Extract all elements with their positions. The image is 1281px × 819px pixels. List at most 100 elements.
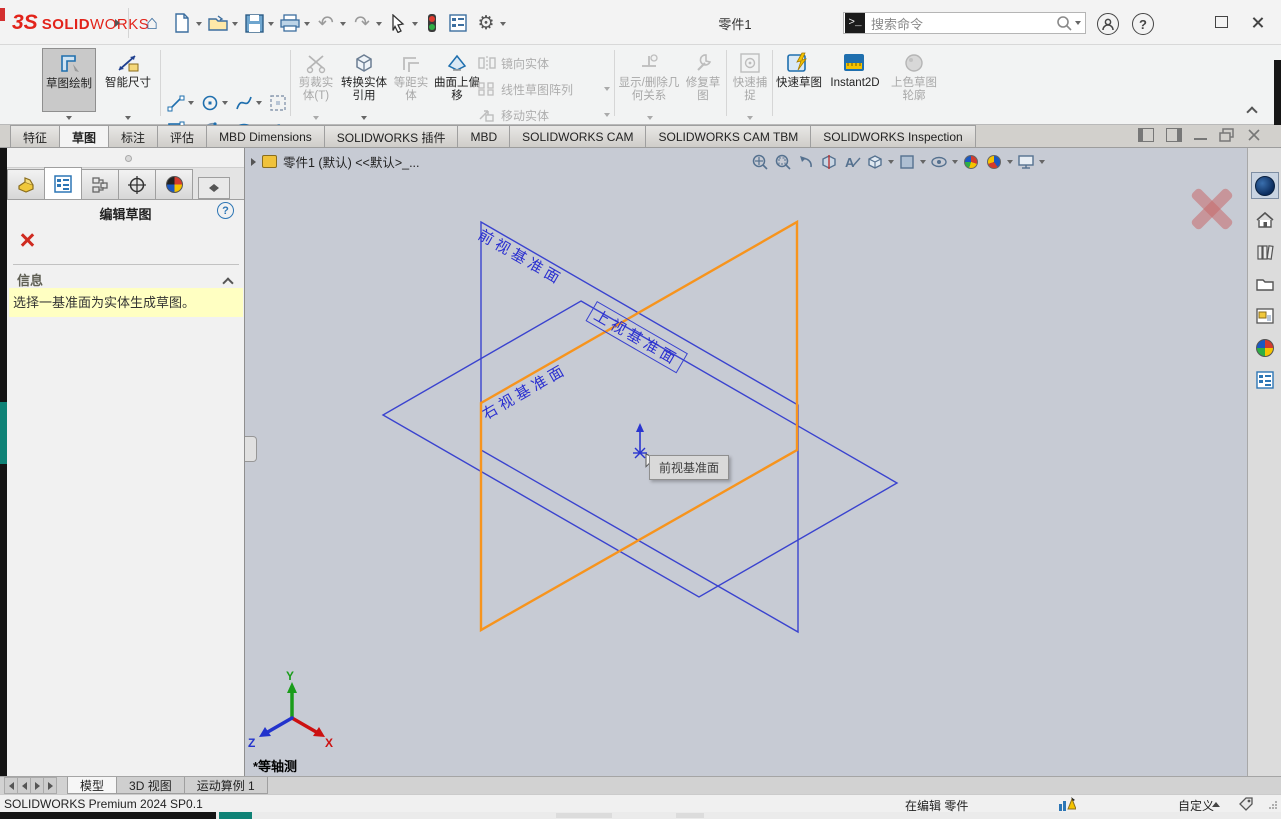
- command-search[interactable]: >_ 搜索命令: [843, 12, 1086, 34]
- options-dropdown[interactable]: [500, 22, 506, 26]
- view-settings-dropdown[interactable]: [1039, 160, 1045, 164]
- tab-motion-study[interactable]: 运动算例 1: [184, 777, 268, 794]
- splitter-dot[interactable]: [125, 155, 132, 162]
- line-tool[interactable]: [166, 93, 186, 113]
- save-dropdown[interactable]: [268, 22, 274, 26]
- cancel-sketch-button[interactable]: [19, 232, 34, 247]
- hide-show-dropdown[interactable]: [952, 160, 958, 164]
- view-orientation-dropdown[interactable]: [888, 160, 894, 164]
- customize-caret-icon[interactable]: [1212, 802, 1220, 807]
- new-dropdown[interactable]: [196, 22, 202, 26]
- properties-button[interactable]: [446, 10, 470, 36]
- tab-last-button[interactable]: [43, 777, 57, 794]
- search-icon[interactable]: [1055, 14, 1073, 32]
- maximize-button[interactable]: [1215, 16, 1228, 28]
- tab-cam[interactable]: SOLIDWORKS CAM: [509, 125, 646, 147]
- hide-show-items-button[interactable]: [929, 152, 949, 172]
- scroll-left-button[interactable]: [199, 178, 214, 198]
- redo-dropdown[interactable]: [376, 22, 382, 26]
- convert-dropdown[interactable]: [344, 112, 384, 123]
- tab-3d-views[interactable]: 3D 视图: [116, 777, 185, 794]
- close-button[interactable]: [1251, 16, 1264, 29]
- options-button[interactable]: ⚙: [474, 10, 498, 36]
- mirror-entities-button[interactable]: 镜向实体: [478, 51, 628, 75]
- spline-tool[interactable]: [234, 93, 254, 113]
- previous-view-button[interactable]: [796, 152, 816, 172]
- quick-snaps-button[interactable]: 快速捕捉: [730, 48, 770, 112]
- surface-offset-button[interactable]: 曲面上偏移: [434, 48, 480, 112]
- save-button[interactable]: [242, 10, 266, 36]
- tab-mbd-dimensions[interactable]: MBD Dimensions: [206, 125, 325, 147]
- tab-mbd[interactable]: MBD: [457, 125, 510, 147]
- resize-grip[interactable]: [1268, 800, 1278, 810]
- tab-features[interactable]: 特征: [10, 125, 60, 147]
- rapid-sketch-button[interactable]: 快速草图: [776, 48, 822, 112]
- trim-entities-button[interactable]: 剪裁实体(T): [294, 48, 338, 112]
- new-document-button[interactable]: [170, 10, 194, 36]
- collapse-ribbon-button[interactable]: [1248, 105, 1256, 119]
- sketch-picture-tool[interactable]: [268, 93, 288, 113]
- tab-inspection[interactable]: SOLIDWORKS Inspection: [810, 125, 975, 147]
- doc-minimize-button[interactable]: [1194, 138, 1207, 140]
- edit-appearance-button[interactable]: [961, 152, 981, 172]
- section-view-button[interactable]: [819, 152, 839, 172]
- display-style-button[interactable]: [897, 152, 917, 172]
- smart-dimension-button[interactable]: 智能尺寸: [102, 48, 154, 112]
- tab-prev-button[interactable]: [17, 777, 31, 794]
- zoom-area-button[interactable]: [773, 152, 793, 172]
- trim-dropdown[interactable]: [296, 112, 336, 123]
- print-dropdown[interactable]: [304, 22, 310, 26]
- open-dropdown[interactable]: [232, 22, 238, 26]
- tab-dimxpert-manager[interactable]: [118, 169, 156, 199]
- circle-tool[interactable]: [200, 93, 220, 113]
- zoom-fit-button[interactable]: [750, 152, 770, 172]
- tab-display-manager[interactable]: [155, 169, 193, 199]
- tab-addins[interactable]: SOLIDWORKS 插件: [324, 125, 459, 147]
- view-palette-button[interactable]: [1251, 302, 1279, 329]
- account-button[interactable]: [1097, 13, 1119, 35]
- view-settings-button[interactable]: [1016, 152, 1036, 172]
- annotation-views-button[interactable]: A: [842, 152, 862, 172]
- feature-tree-flyout[interactable]: 零件1 (默认) <<默认>_...: [251, 152, 420, 171]
- linear-pattern-dropdown[interactable]: [604, 87, 610, 91]
- tab-first-button[interactable]: [4, 777, 18, 794]
- custom-properties-button[interactable]: [1251, 366, 1279, 393]
- tab-model[interactable]: 模型: [67, 777, 117, 794]
- file-explorer-button[interactable]: [1251, 270, 1279, 297]
- display-style-dropdown[interactable]: [920, 160, 926, 164]
- tab-annotations[interactable]: 标注: [108, 125, 158, 147]
- doc-close-button[interactable]: [1247, 128, 1261, 142]
- tab-configuration-manager[interactable]: [81, 169, 119, 199]
- display-relations-dropdown[interactable]: [630, 112, 670, 123]
- doc-restore-button[interactable]: [1219, 128, 1235, 142]
- select-dropdown[interactable]: [412, 22, 418, 26]
- shaded-contours-button[interactable]: 上色草图轮廓: [888, 48, 940, 112]
- tab-feature-manager[interactable]: [7, 169, 45, 199]
- tag-icon[interactable]: [1238, 796, 1254, 811]
- pane-left-button[interactable]: [1138, 128, 1154, 142]
- sketch-dropdown[interactable]: [49, 112, 89, 123]
- pane-right-button[interactable]: [1166, 128, 1182, 142]
- help-button[interactable]: ?: [1132, 13, 1154, 35]
- panel-help-button[interactable]: ?: [217, 202, 234, 219]
- tab-cam-tbm[interactable]: SOLIDWORKS CAM TBM: [645, 125, 811, 147]
- tab-next-button[interactable]: [30, 777, 44, 794]
- spline-dropdown[interactable]: [256, 101, 262, 105]
- repair-sketch-button[interactable]: 修复草图: [682, 48, 724, 112]
- rebuild-status-icon[interactable]: [1058, 796, 1076, 812]
- circle-dropdown[interactable]: [222, 101, 228, 105]
- xpert-options-button[interactable]: [422, 10, 442, 36]
- view-orientation-button[interactable]: [865, 152, 885, 172]
- home-button[interactable]: ⌂: [138, 10, 166, 36]
- sketch-button[interactable]: 草图绘制: [42, 48, 96, 112]
- panel-splitter-handle[interactable]: [245, 436, 257, 462]
- open-button[interactable]: [206, 10, 230, 36]
- graphics-viewport[interactable]: Y X Z 前视基准面 上视基准面 右视基准面 前视基准面 零件1 (默认) <…: [245, 148, 1247, 776]
- select-button[interactable]: [386, 10, 410, 36]
- appearances-scenes-button[interactable]: [1251, 334, 1279, 361]
- 3dexperience-button[interactable]: [1251, 172, 1279, 199]
- tab-property-manager[interactable]: [44, 167, 82, 199]
- undo-button[interactable]: ↶: [314, 10, 338, 36]
- logo-flyout-arrow[interactable]: [110, 10, 124, 36]
- tab-sketch[interactable]: 草图: [59, 125, 109, 147]
